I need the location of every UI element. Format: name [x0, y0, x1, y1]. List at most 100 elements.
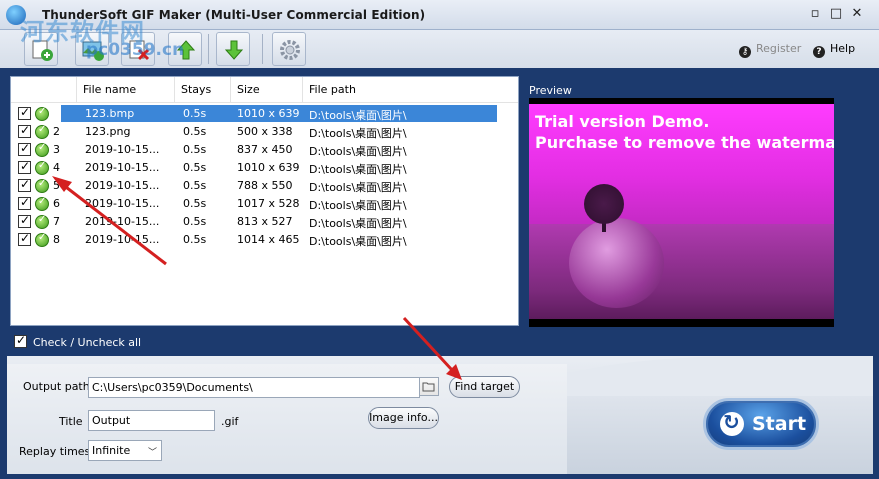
check-all-box[interactable]: [14, 333, 27, 348]
row-index: 1: [53, 107, 60, 120]
title-input[interactable]: Output: [88, 410, 215, 431]
preview-label: Preview: [529, 84, 572, 97]
row-checkbox[interactable]: [18, 123, 31, 138]
row-index: 2: [53, 125, 60, 138]
row-file-name: 2019-10-15...: [85, 197, 160, 210]
row-size: 813 x 527: [237, 215, 293, 228]
gear-icon: [280, 40, 300, 60]
table-row[interactable]: 6 2019-10-15... 0.5s 1017 x 528 D:\tools\桌面\…: [11, 195, 518, 213]
row-file-path: D:\tools\桌面\图片\: [309, 199, 407, 212]
replay-times-select[interactable]: Infinite ﹀: [88, 440, 162, 461]
table-row[interactable]: 5 2019-10-15... 0.5s 788 x 550 D:\tools\桌面\图…: [11, 177, 518, 195]
status-ok-icon: [35, 178, 49, 193]
row-checkbox[interactable]: [18, 159, 31, 174]
minimize-button[interactable]: ▫: [808, 7, 822, 22]
chevron-down-icon: ﹀: [147, 448, 157, 458]
table-row[interactable]: 4 2019-10-15... 0.5s 1010 x 639 D:\tools\桌面\…: [11, 159, 518, 177]
row-file-name: 123.png: [85, 125, 131, 138]
row-index: 7: [53, 215, 60, 228]
status-ok-icon: [35, 160, 49, 175]
image-info-button[interactable]: Image info...: [368, 407, 439, 429]
row-checkbox[interactable]: [18, 141, 31, 156]
output-path-label: Output path: [23, 380, 90, 393]
settings-button[interactable]: [272, 32, 306, 66]
status-ok-icon: [35, 124, 49, 139]
status-ok-icon: [35, 214, 49, 229]
file-list[interactable]: File name Stays Size File path 1 123.bmp 0…: [10, 76, 519, 326]
help-link[interactable]: ? Help: [813, 42, 855, 58]
preview-watermark-line1: Trial version Demo.: [535, 112, 710, 131]
row-size: 500 x 338: [237, 125, 293, 138]
row-file-name: 2019-10-15...: [85, 233, 160, 246]
table-row[interactable]: 3 2019-10-15... 0.5s 837 x 450 D:\tools\桌面\图…: [11, 141, 518, 159]
row-index: 3: [53, 143, 60, 156]
find-target-button[interactable]: Find target: [449, 376, 520, 398]
row-stays: 0.5s: [183, 161, 207, 174]
row-stays: 0.5s: [183, 143, 207, 156]
table-row[interactable]: 2 123.png 0.5s 500 x 338 D:\tools\桌面\图片\: [11, 123, 518, 141]
check-all-checkbox[interactable]: Check / Uncheck all: [14, 333, 141, 349]
toolbar-separator: [262, 34, 263, 64]
row-file-path: D:\tools\桌面\图片\: [309, 145, 407, 158]
table-row[interactable]: 1 123.bmp 0.5s 1010 x 639 D:\tools\桌面\图片\: [11, 105, 518, 123]
row-index: 4: [53, 161, 60, 174]
start-button[interactable]: Start: [703, 398, 819, 450]
row-size: 1010 x 639: [237, 161, 300, 174]
output-path-input[interactable]: C:\Users\pc0359\Documents\: [88, 377, 420, 398]
row-file-path: D:\tools\桌面\图片\: [309, 109, 407, 122]
row-stays: 0.5s: [183, 179, 207, 192]
column-header-stays[interactable]: Stays: [175, 77, 231, 103]
move-down-button[interactable]: [216, 32, 250, 66]
maximize-button[interactable]: □: [829, 7, 843, 22]
table-row[interactable]: 8 2019-10-15... 0.5s 1014 x 465 D:\tools\桌面\…: [11, 231, 518, 249]
row-checkbox[interactable]: [18, 105, 31, 120]
row-file-path: D:\tools\桌面\图片\: [309, 163, 407, 176]
key-icon: ⚷: [739, 46, 751, 58]
row-size: 1017 x 528: [237, 197, 300, 210]
row-size: 1014 x 465: [237, 233, 300, 246]
title-label: Title: [59, 415, 83, 428]
row-file-name: 2019-10-15...: [85, 215, 160, 228]
row-stays: 0.5s: [183, 107, 207, 120]
preview-tree: [584, 184, 624, 224]
status-ok-icon: [35, 106, 49, 121]
row-checkbox[interactable]: [18, 213, 31, 228]
row-index: 5: [53, 179, 60, 192]
folder-icon: [422, 382, 435, 392]
column-header-size[interactable]: Size: [231, 77, 303, 103]
arrow-down-icon: [224, 40, 244, 60]
row-size: 837 x 450: [237, 143, 293, 156]
row-file-path: D:\tools\桌面\图片\: [309, 217, 407, 230]
preview-watermark-line2: Purchase to remove the watermark: [535, 133, 834, 152]
row-file-name: 123.bmp: [85, 107, 135, 120]
row-checkbox[interactable]: [18, 177, 31, 192]
browse-folder-button[interactable]: [419, 377, 439, 396]
row-checkbox[interactable]: [18, 195, 31, 210]
status-ok-icon: [35, 142, 49, 157]
status-ok-icon: [35, 232, 49, 247]
replay-times-label: Replay times: [19, 445, 91, 458]
row-size: 788 x 550: [237, 179, 293, 192]
row-stays: 0.5s: [183, 125, 207, 138]
site-watermark-url: pc0359.cn: [86, 40, 185, 60]
row-index: 6: [53, 197, 60, 210]
column-header-status[interactable]: [11, 77, 77, 103]
table-row[interactable]: 7 2019-10-15... 0.5s 813 x 527 D:\tools\桌面\图…: [11, 213, 518, 231]
row-file-name: 2019-10-15...: [85, 161, 160, 174]
column-header-file-name[interactable]: File name: [77, 77, 175, 103]
row-size: 1010 x 639: [237, 107, 300, 120]
row-file-name: 2019-10-15...: [85, 143, 160, 156]
column-header-file-path[interactable]: File path: [303, 77, 518, 103]
row-file-path: D:\tools\桌面\图片\: [309, 127, 407, 140]
gif-extension-label: .gif: [221, 415, 239, 428]
row-file-name: 2019-10-15...: [85, 179, 160, 192]
list-header: File name Stays Size File path: [11, 77, 518, 103]
row-file-path: D:\tools\桌面\图片\: [309, 181, 407, 194]
preview-panel: Trial version Demo. Purchase to remove t…: [529, 98, 834, 327]
row-stays: 0.5s: [183, 233, 207, 246]
register-link[interactable]: ⚷ Register: [739, 42, 801, 58]
row-checkbox[interactable]: [18, 231, 31, 246]
refresh-icon: [720, 410, 744, 436]
close-button[interactable]: ✕: [850, 7, 864, 22]
toolbar-separator: [208, 34, 209, 64]
